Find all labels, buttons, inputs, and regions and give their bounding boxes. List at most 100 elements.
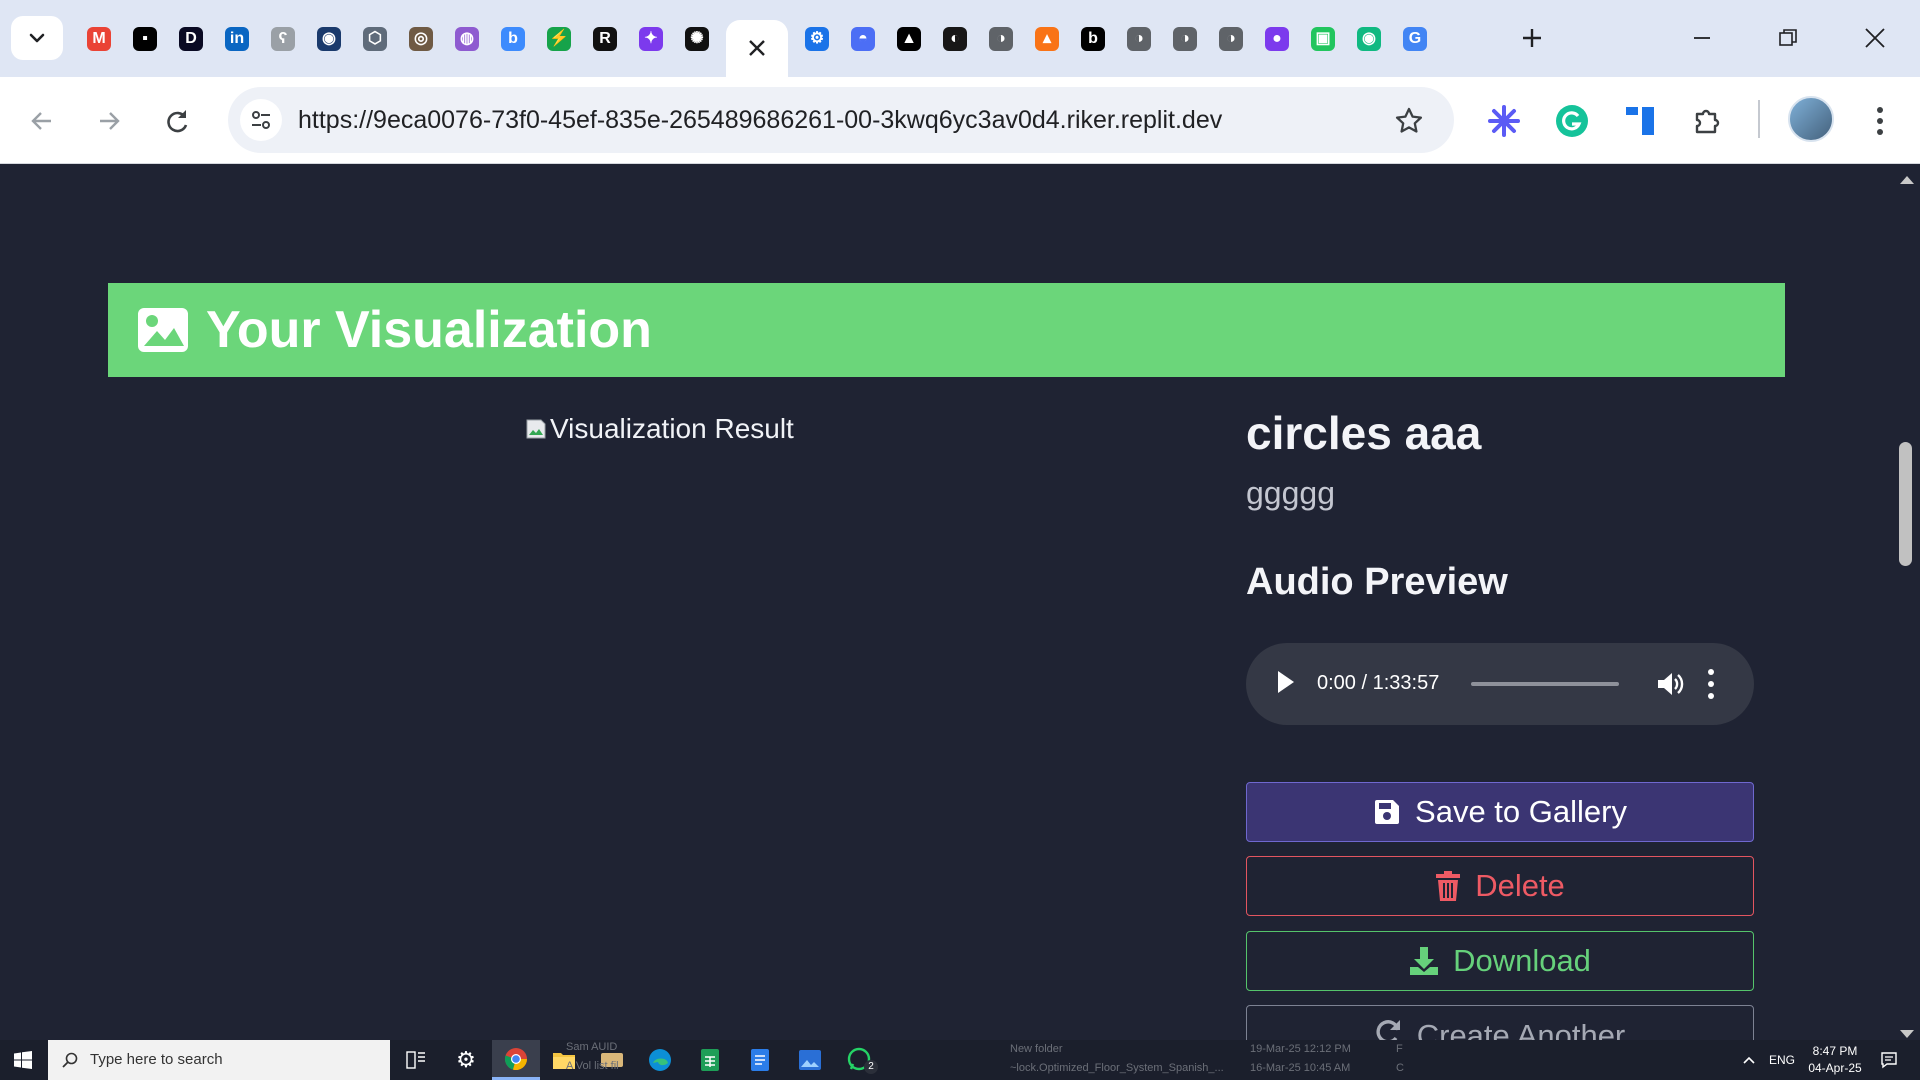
linkedin-icon: in: [225, 27, 249, 51]
tune-icon: [252, 111, 270, 129]
start-button[interactable]: [0, 1040, 46, 1080]
browser-tab[interactable]: ◑: [1162, 20, 1208, 58]
browser-tab[interactable]: ⬡: [352, 20, 398, 58]
browser-tab[interactable]: G: [1392, 20, 1438, 58]
spreadsheet-icon: [701, 1049, 719, 1071]
profile-avatar[interactable]: [1788, 96, 1834, 142]
browser-tab[interactable]: b: [1070, 20, 1116, 58]
delete-label: Delete: [1475, 868, 1565, 903]
ghost-text-7: F: [1396, 1043, 1403, 1055]
redo-icon: [1376, 1020, 1400, 1040]
browser-tab[interactable]: ⚡: [536, 20, 582, 58]
edge-taskbar-app[interactable]: [636, 1040, 684, 1080]
address-url[interactable]: https://9eca0076-73f0-45ef-835e-26548968…: [298, 107, 1222, 133]
browser-tab[interactable]: D: [168, 20, 214, 58]
back-button[interactable]: [22, 101, 62, 141]
close-tab-icon[interactable]: [748, 39, 766, 57]
task-view-button[interactable]: [392, 1040, 440, 1080]
page-scrollbar[interactable]: [1891, 165, 1920, 1040]
chrome-taskbar-app[interactable]: [492, 1040, 540, 1080]
star-app-icon: ✦: [639, 27, 663, 51]
browser-tab[interactable]: ʕ: [260, 20, 306, 58]
extension-claude-button[interactable]: [1482, 99, 1526, 143]
create-another-button[interactable]: Create Another: [1246, 1005, 1754, 1040]
browser-tab[interactable]: ●: [1254, 20, 1300, 58]
save-to-gallery-button[interactable]: Save to Gallery: [1246, 782, 1754, 842]
ghost-text-6: 16-Mar-25 10:45 AM: [1250, 1062, 1351, 1074]
restore-button[interactable]: [1758, 10, 1818, 66]
browser-tab[interactable]: ◑: [1208, 20, 1254, 58]
forward-button[interactable]: [89, 101, 129, 141]
settings-gear-icon: ⚙: [456, 1047, 476, 1072]
audio-seek-bar[interactable]: [1471, 682, 1619, 686]
extensions-button[interactable]: [1686, 99, 1730, 143]
minimize-button[interactable]: [1672, 10, 1732, 66]
clock-date: 04-Apr-25: [1808, 1061, 1862, 1075]
minimize-icon: [1694, 37, 1710, 39]
banner-title: Your Visualization: [206, 301, 652, 359]
reload-button[interactable]: [157, 101, 197, 141]
audio-more-options-icon[interactable]: [1707, 669, 1715, 699]
browser-tab[interactable]: ◎: [398, 20, 444, 58]
browser-tab[interactable]: ◐: [932, 20, 978, 58]
browser-tab[interactable]: ◑: [1116, 20, 1162, 58]
play-icon[interactable]: [1278, 671, 1294, 693]
chrome-menu-button[interactable]: [1858, 99, 1902, 143]
site-info-button[interactable]: [240, 99, 282, 141]
browser-tab[interactable]: ▴: [1024, 20, 1070, 58]
browser-tab[interactable]: R: [582, 20, 628, 58]
close-window-button[interactable]: [1845, 10, 1905, 66]
windows-taskbar: Type here to search ⚙ 2 Sam AUID A Vol l…: [0, 1040, 1920, 1080]
photos-taskbar-app[interactable]: [786, 1040, 834, 1080]
address-bar[interactable]: https://9eca0076-73f0-45ef-835e-26548968…: [228, 87, 1454, 153]
trash-icon: [1436, 871, 1461, 901]
restore-icon: [1779, 29, 1797, 46]
new-tab-button[interactable]: [1514, 20, 1550, 56]
browser-tab[interactable]: ◑: [978, 20, 1024, 58]
browser-tab[interactable]: ◍: [444, 20, 490, 58]
tab-list: M ▪ Din ʕ ◉ ⬡ ◎ ◍ b ⚡ R ✦ ✺ ⚙ ◓ ▲ ◐ ◑ ▴ b ◑ ◑ ◑ ● ▣ ◉ G: [76, 19, 1438, 77]
audio-preview-heading: Audio Preview: [1246, 561, 1508, 603]
browser-tab[interactable]: ▣: [1300, 20, 1346, 58]
extension-grammarly-button[interactable]: [1550, 99, 1594, 143]
arrow-right-icon: [100, 112, 120, 130]
browser-tab[interactable]: ◉: [306, 20, 352, 58]
docs-taskbar-app[interactable]: [736, 1040, 784, 1080]
chevron-down-icon: [29, 33, 45, 43]
browser-tab[interactable]: in: [214, 20, 260, 58]
scroll-down-arrow[interactable]: [1900, 1030, 1914, 1038]
windows-logo-icon: [14, 1051, 32, 1069]
ghost-text-1: Sam AUID: [566, 1041, 618, 1053]
browser-tab[interactable]: b: [490, 20, 536, 58]
tray-overflow-button[interactable]: [1742, 1040, 1756, 1080]
browser-tab[interactable]: ⚙: [794, 20, 840, 58]
notifications-button[interactable]: [1880, 1040, 1898, 1080]
browser-tab[interactable]: ✦: [628, 20, 674, 58]
browser-tab[interactable]: ◉: [1346, 20, 1392, 58]
app-icon: ▪: [133, 27, 157, 51]
broken-image-icon: [524, 417, 548, 441]
volume-icon[interactable]: [1654, 669, 1684, 699]
browser-tab[interactable]: ▪: [122, 20, 168, 58]
delete-button[interactable]: Delete: [1246, 856, 1754, 916]
download-button[interactable]: Download: [1246, 931, 1754, 991]
plus-icon: [1523, 29, 1541, 47]
language-indicator[interactable]: ENG: [1769, 1040, 1795, 1080]
tab-search-button[interactable]: [11, 16, 63, 60]
image-alt-text: Visualization Result: [550, 413, 794, 444]
browser-tab[interactable]: ◓: [840, 20, 886, 58]
scroll-thumb[interactable]: [1899, 442, 1912, 566]
browser-tab[interactable]: ✺: [674, 20, 720, 58]
whatsapp-taskbar-app[interactable]: 2: [836, 1040, 884, 1080]
taskbar-clock[interactable]: 8:47 PM 04-Apr-25: [1800, 1043, 1870, 1077]
settings-taskbar-app[interactable]: ⚙: [442, 1040, 490, 1080]
scroll-up-arrow[interactable]: [1900, 176, 1914, 184]
taskbar-search[interactable]: Type here to search: [48, 1040, 390, 1080]
purple-orb-icon: ●: [1265, 27, 1289, 51]
active-tab[interactable]: [726, 19, 788, 77]
bookmark-star-button[interactable]: [1394, 106, 1424, 141]
browser-tab[interactable]: M: [76, 20, 122, 58]
browser-tab[interactable]: ▲: [886, 20, 932, 58]
sheets-taskbar-app[interactable]: [686, 1040, 734, 1080]
extension-trello-button[interactable]: [1618, 99, 1662, 143]
